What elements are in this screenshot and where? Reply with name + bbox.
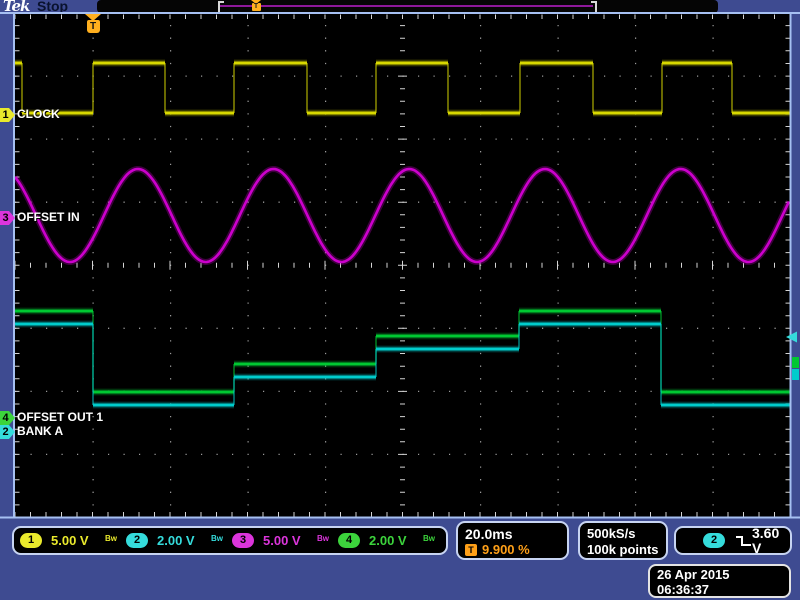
trigger-position-marker: T bbox=[84, 14, 102, 33]
channel-3-label: OFFSET IN bbox=[17, 210, 80, 224]
oscilloscope-screen: { "header": { "logo": "Tek", "acq_status… bbox=[0, 0, 800, 600]
waveform-display bbox=[0, 12, 800, 519]
channel-4-label: OFFSET OUT 1 bbox=[17, 410, 104, 424]
channel-2-label: BANK A bbox=[17, 424, 64, 438]
channel-1-label: CLOCK bbox=[17, 107, 60, 121]
